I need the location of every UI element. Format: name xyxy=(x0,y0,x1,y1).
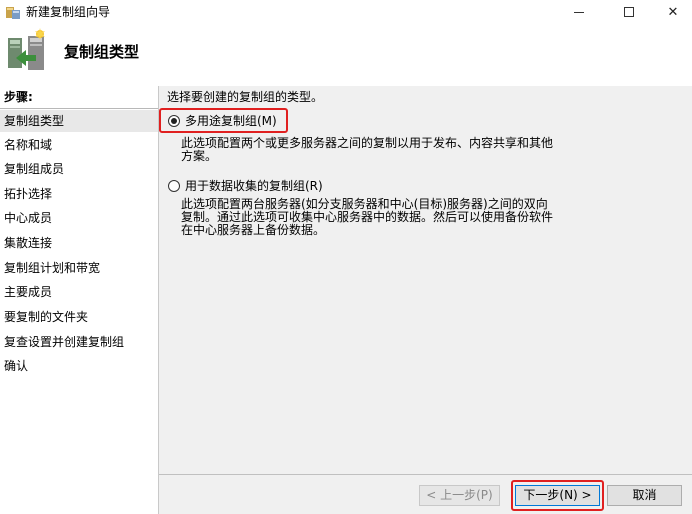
step-review-settings[interactable]: 复查设置并创建复制组 xyxy=(0,331,158,353)
title-bar: 新建复制组向导 ✕ xyxy=(0,0,692,24)
step-topology[interactable]: 拓扑选择 xyxy=(0,183,158,205)
option-multipurpose-label: 多用途复制组(M) xyxy=(185,114,277,128)
option-multipurpose-description: 此选项配置两个或更多服务器之间的复制以用于发布、内容共享和其他 方案。 xyxy=(181,136,554,163)
step-hub-spoke-connections[interactable]: 集散连接 xyxy=(0,232,158,254)
step-primary-member[interactable]: 主要成员 xyxy=(0,281,158,303)
option-data-collection-description: 此选项配置两台服务器(如分支服务器和中心(目标)服务器)之间的双向 复制。通过此… xyxy=(181,197,554,237)
steps-divider xyxy=(0,108,158,109)
option-multipurpose[interactable]: 多用途复制组(M) xyxy=(168,113,277,129)
minimize-button[interactable] xyxy=(556,0,602,24)
intro-text: 选择要创建的复制组的类型。 xyxy=(167,90,324,104)
step-folders-to-replicate[interactable]: 要复制的文件夹 xyxy=(0,306,158,328)
steps-heading: 步骤: xyxy=(4,90,33,104)
step-schedule-bandwidth[interactable]: 复制组计划和带宽 xyxy=(0,257,158,279)
step-name-and-domain[interactable]: 名称和域 xyxy=(0,134,158,156)
option-data-collection-label: 用于数据收集的复制组(R) xyxy=(185,179,323,193)
step-confirmation[interactable]: 确认 xyxy=(0,355,158,377)
step-hub-members[interactable]: 中心成员 xyxy=(0,207,158,229)
content-pane: 选择要创建的复制组的类型。 多用途复制组(M) 此选项配置两个或更多服务器之间的… xyxy=(158,86,692,514)
next-button[interactable]: 下一步(N) > xyxy=(515,485,600,506)
close-icon: ✕ xyxy=(667,4,679,20)
cancel-button[interactable]: 取消 xyxy=(607,485,682,506)
option-data-collection[interactable]: 用于数据收集的复制组(R) xyxy=(168,178,323,194)
servers-replication-icon xyxy=(8,28,45,70)
wizard-header: 复制组类型 xyxy=(0,24,692,86)
replication-wizard-icon xyxy=(6,7,20,19)
radio-data-collection[interactable] xyxy=(168,180,180,192)
page-title: 复制组类型 xyxy=(64,43,140,61)
step-replication-group-type[interactable]: 复制组类型 xyxy=(0,110,158,132)
radio-multipurpose[interactable] xyxy=(168,115,180,127)
footer-divider xyxy=(159,474,692,475)
back-button[interactable]: < 上一步(P) xyxy=(419,485,500,506)
window-title: 新建复制组向导 xyxy=(26,5,111,19)
steps-pane: 步骤: 复制组类型 名称和域 复制组成员 拓扑选择 中心成员 集散连接 复制组计… xyxy=(0,86,158,514)
maximize-button[interactable] xyxy=(606,0,652,24)
maximize-icon xyxy=(624,7,634,17)
step-group-members[interactable]: 复制组成员 xyxy=(0,158,158,180)
close-button[interactable]: ✕ xyxy=(650,0,692,24)
minimize-icon xyxy=(574,11,584,13)
